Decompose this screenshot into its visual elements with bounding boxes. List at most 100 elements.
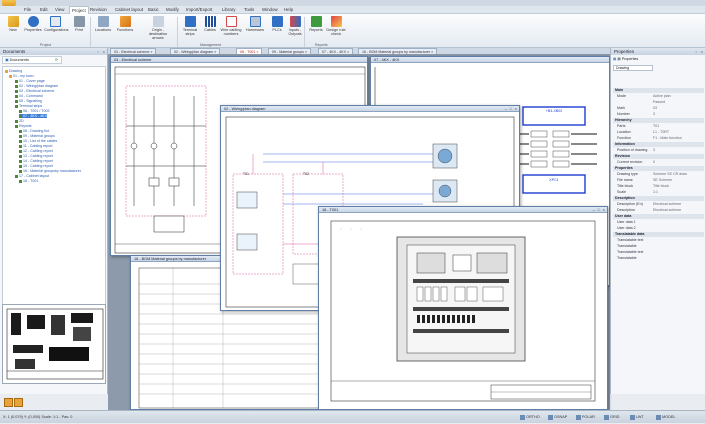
maximize-icon[interactable]: □ [510, 106, 512, 112]
new-button[interactable]: New [2, 16, 24, 42]
menu-file[interactable]: File [24, 7, 31, 12]
tree-item[interactable]: Reports [15, 124, 32, 128]
tree-item[interactable]: 18 - T001 [19, 179, 38, 183]
property-category[interactable]: Main [613, 88, 704, 93]
property-row[interactable]: Location L1 - T0RT [613, 130, 704, 135]
property-row[interactable]: Drawing type Scheme SE CR draw [613, 172, 704, 177]
tree-item[interactable]: 13 - Cabling report [19, 154, 53, 158]
pin-icon[interactable]: ▫ [98, 49, 99, 54]
menu-window[interactable]: Window [262, 7, 278, 12]
tree-item[interactable]: 2D [15, 119, 24, 123]
property-row[interactable]: Current revision 0 [613, 160, 704, 165]
drawing-selector[interactable]: Drawing [613, 65, 653, 71]
property-category[interactable]: Information [613, 142, 704, 147]
property-category[interactable]: Revision [613, 154, 704, 159]
status-polar[interactable]: POLAR [576, 411, 595, 424]
property-row[interactable]: Description (En) Electrical scheme [613, 202, 704, 207]
tree-item[interactable]: 01 - my town [9, 74, 34, 78]
property-row[interactable]: Function F1 - Main function [613, 136, 704, 141]
tree-item[interactable]: 01 - Cover page [15, 79, 45, 83]
property-row[interactable]: Passed [613, 100, 704, 105]
panel-toggle-icon[interactable] [14, 398, 23, 407]
menu-library[interactable]: Library [222, 7, 235, 12]
tree-item[interactable]: 04 - Command [15, 94, 43, 98]
tree-item[interactable]: 05 - Signalling [15, 99, 42, 103]
refresh-icon[interactable]: ⟳ [55, 57, 58, 64]
property-category[interactable]: Properties [613, 166, 704, 171]
property-row[interactable]: Translatable [613, 244, 704, 249]
reports-button[interactable]: Reports [305, 16, 327, 42]
tree-item[interactable]: 12 - Cabling report [19, 149, 53, 153]
tree-item[interactable]: 11 - Cabling report [19, 144, 53, 148]
property-row[interactable]: Translatable text [613, 238, 704, 243]
tree-item[interactable]: 14 - Cabling report [19, 159, 53, 163]
tree-item[interactable]: 07 - 4KX - 4KX [19, 114, 47, 118]
tree-item[interactable]: Terminal strips [15, 104, 42, 108]
print-button[interactable]: Print [68, 16, 90, 42]
menu-project[interactable]: Project [69, 6, 89, 14]
property-row[interactable]: Scale 1:1 [613, 190, 704, 195]
close-icon[interactable]: × [103, 49, 105, 54]
panel-toggle-icon[interactable] [4, 398, 13, 407]
menu-tools[interactable]: Tools [244, 7, 254, 12]
property-row[interactable]: Parts T01 [613, 124, 704, 129]
wire-cabling-numbers-button[interactable]: Wire cabling numbers [219, 16, 243, 42]
cables-button[interactable]: Cables [199, 16, 221, 42]
property-row[interactable]: File name SE Scheme [613, 178, 704, 183]
menu-view[interactable]: View [55, 7, 64, 12]
functions-button[interactable]: Functions [114, 16, 136, 42]
cabinet-layout-window[interactable]: 18 - T001 – □ × [318, 206, 608, 410]
status-ortho[interactable]: ORTHO [520, 411, 540, 424]
property-category[interactable]: User data [613, 214, 704, 219]
property-row[interactable]: Description Electrical scheme [613, 208, 704, 213]
property-category[interactable]: Description [613, 196, 704, 201]
menu-revision[interactable]: Revision [90, 7, 107, 12]
pin-icon[interactable]: ▫ [696, 49, 697, 54]
terminal-strips-button[interactable]: Terminal strips [179, 16, 201, 42]
inputs-outputs-button[interactable]: Inputs - Outputs [284, 16, 306, 42]
property-category[interactable]: Hierarchy [613, 118, 704, 123]
configurations-button[interactable]: Configurations [44, 16, 68, 42]
documents-tab[interactable]: ▣ Documents ⟳ [2, 56, 62, 64]
property-row[interactable]: User data 1 [613, 220, 704, 225]
tree-item[interactable]: 03 - Electrical scheme [15, 89, 54, 93]
status-model[interactable]: MODEL [656, 411, 676, 424]
property-row[interactable]: Number 3 [613, 112, 704, 117]
menu-help[interactable]: Help [284, 7, 293, 12]
tree-item[interactable]: Drawing [5, 69, 22, 73]
tree-item[interactable]: 02 - Wiring/plan diagram [15, 84, 58, 88]
locations-button[interactable]: Locations [92, 16, 114, 42]
tree-item[interactable]: 06 - T001 / T002 [19, 109, 49, 113]
property-row[interactable]: Mode Active plan [613, 94, 704, 99]
close-icon[interactable]: × [603, 207, 605, 213]
property-row[interactable]: Translatable text [613, 250, 704, 255]
property-category[interactable]: Translatable data [613, 232, 704, 237]
properties-tab[interactable]: Properties [622, 57, 638, 61]
menu-cabinet-layout[interactable]: Cabinet layout [115, 7, 143, 12]
tree-item[interactable]: 16 - Material groupsby manufacturer [19, 169, 81, 173]
tree-item[interactable]: 08 - Drawing list [19, 129, 49, 133]
design-rule-check-button[interactable]: Design rule check [325, 16, 347, 42]
menu-modify[interactable]: Modify [166, 7, 179, 12]
close-icon[interactable]: × [701, 49, 703, 54]
maximize-icon[interactable]: □ [598, 207, 600, 213]
origin-destination-arrows-button[interactable]: Origin - destination arrows [143, 16, 173, 42]
property-row[interactable]: Title block Title block [613, 184, 704, 189]
tree-item[interactable]: 09 - Material groups [19, 134, 55, 138]
tree-item[interactable]: 15 - Cabling report [19, 164, 53, 168]
close-icon[interactable]: × [515, 106, 517, 112]
menu-import-export[interactable]: Import/Export [186, 7, 212, 12]
tree-item[interactable]: 10 - List of the cables [19, 139, 57, 143]
status-lwt[interactable]: LWT [630, 411, 644, 424]
property-row[interactable]: Mark 03 [613, 106, 704, 111]
property-row[interactable]: User data 2 [613, 226, 704, 231]
properties-button[interactable]: Properties [22, 16, 44, 42]
tree-item[interactable]: 17 - Cabinet layout [15, 174, 49, 178]
property-row[interactable]: Translatable [613, 256, 704, 261]
menu-basic[interactable]: Basic [148, 7, 159, 12]
menu-edit[interactable]: Edit [40, 7, 48, 12]
status-osnap[interactable]: OSNAP [548, 411, 567, 424]
minimize-icon[interactable]: – [505, 106, 507, 112]
status-grid[interactable]: GRID [604, 411, 620, 424]
property-row[interactable]: Position of drawing 3 [613, 148, 704, 153]
